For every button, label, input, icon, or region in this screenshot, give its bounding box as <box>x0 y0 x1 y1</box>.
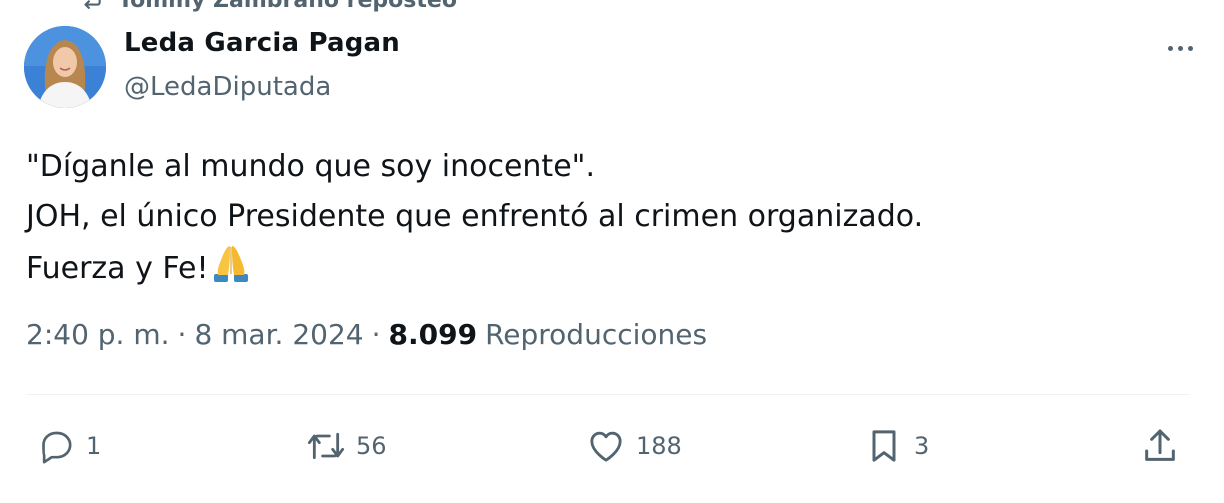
repost-banner-text[interactable]: Tommy Zambrano reposteó <box>118 0 457 13</box>
bookmark-button[interactable]: 3 <box>864 424 929 468</box>
display-name[interactable]: Leda Garcia Pagan <box>124 28 400 58</box>
folded-hands-emoji-icon <box>210 242 252 284</box>
meta-separator: · <box>371 318 381 351</box>
share-icon <box>1140 426 1180 466</box>
tweet-line: "Díganle al mundo que soy inocente". <box>26 149 595 184</box>
meta-separator: · <box>177 318 187 351</box>
avatar-photo <box>24 26 106 108</box>
avatar[interactable] <box>24 26 106 108</box>
tweet-line: JOH, el único Presidente que enfrentó al… <box>26 199 924 234</box>
more-dot-icon <box>1177 45 1183 51</box>
divider <box>26 394 1190 395</box>
user-handle[interactable]: @LedaDiputada <box>124 72 331 102</box>
share-button[interactable] <box>1140 424 1180 468</box>
repost-icon <box>78 0 104 16</box>
views-label: Reproducciones <box>485 318 708 351</box>
bookmark-icon <box>864 426 904 466</box>
heart-icon <box>586 426 626 466</box>
more-options-button[interactable] <box>1162 34 1198 62</box>
more-dot-icon <box>1187 45 1193 51</box>
repost-icon <box>306 426 346 466</box>
tweet-text: "Díganle al mundo que soy inocente". JOH… <box>26 142 923 292</box>
tweet-line-last: Fuerza y Fe! <box>26 242 923 292</box>
repost-banner: Tommy Zambrano reposteó <box>78 0 457 14</box>
reply-icon <box>36 426 76 466</box>
repost-button[interactable]: 56 <box>306 424 387 468</box>
reply-button[interactable]: 1 <box>36 424 101 468</box>
tweet-meta: 2:40 p. m. · 8 mar. 2024 · 8.099 Reprodu… <box>26 318 707 351</box>
bookmark-count: 3 <box>914 432 930 460</box>
like-button[interactable]: 188 <box>586 424 682 468</box>
like-count: 188 <box>636 432 682 460</box>
tweet-date[interactable]: 8 mar. 2024 <box>194 318 363 351</box>
more-dot-icon <box>1167 45 1173 51</box>
repost-count: 56 <box>356 432 387 460</box>
tweet-time[interactable]: 2:40 p. m. <box>26 318 170 351</box>
action-bar: 1 56 188 3 <box>0 424 1224 468</box>
tweet-line-text: Fuerza y Fe! <box>26 251 209 286</box>
views-count: 8.099 <box>388 318 478 351</box>
reply-count: 1 <box>86 432 102 460</box>
